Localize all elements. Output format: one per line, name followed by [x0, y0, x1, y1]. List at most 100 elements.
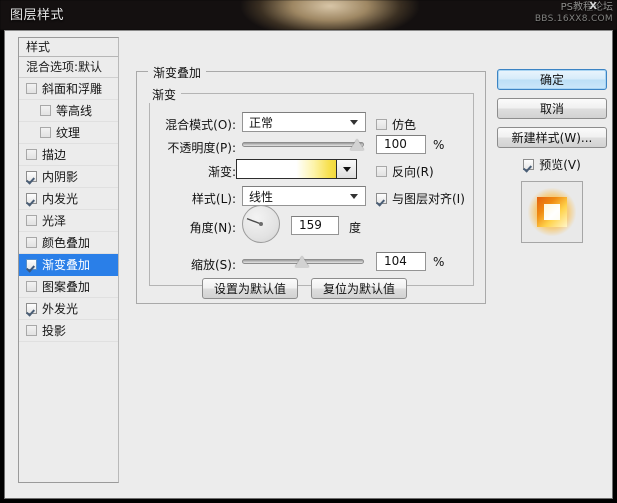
sidebar-item-drop-shadow[interactable]: 投影	[19, 320, 118, 342]
align-with-layer-row[interactable]: 与图层对齐(I)	[376, 190, 465, 207]
blend-mode-label: 混合模式(O):	[165, 118, 236, 132]
sidebar-item-label: 内发光	[42, 191, 79, 206]
dialog-title-bar[interactable]: 图层样式 X PS教程论坛 BBS.16XX8.COM	[0, 0, 617, 30]
gradient-style-label: 样式(L):	[191, 192, 236, 206]
gradient-swatch[interactable]	[237, 160, 336, 178]
checkbox-pattern-overlay[interactable]	[26, 281, 37, 292]
sidebar-item-label: 纹理	[56, 125, 81, 140]
checkbox-color-overlay[interactable]	[26, 237, 37, 248]
watermark-line-2: BBS.16XX8.COM	[534, 13, 613, 24]
sidebar-item-satin[interactable]: 光泽	[19, 210, 118, 232]
sidebar-item-label: 外发光	[42, 301, 79, 316]
sidebar-item-blending-options[interactable]: 混合选项:默认	[19, 57, 118, 78]
ok-button[interactable]: 确定	[497, 69, 607, 90]
chevron-down-icon	[350, 119, 358, 125]
dialog-title: 图层样式	[10, 8, 65, 23]
sidebar-item-label: 等高线	[56, 103, 93, 118]
preview-square	[537, 197, 567, 227]
checkbox-inner-glow[interactable]	[26, 193, 37, 204]
scale-unit: %	[433, 255, 445, 269]
reverse-label: 反向(R)	[392, 165, 434, 179]
watermark-line-1: PS教程论坛	[560, 2, 613, 13]
preview-label: 预览(V)	[539, 158, 581, 172]
style-preview-thumbnail	[521, 181, 583, 243]
align-with-layer-label: 与图层对齐(I)	[392, 192, 465, 206]
close-icon[interactable]: X	[589, 1, 597, 13]
checkbox-texture[interactable]	[40, 127, 51, 138]
checkbox-inner-shadow[interactable]	[26, 171, 37, 182]
sidebar-item-label: 光泽	[42, 213, 67, 228]
sidebar-item-outer-glow[interactable]: 外发光	[19, 298, 118, 320]
opacity-slider[interactable]	[242, 136, 364, 152]
styles-list-header: 样式	[19, 38, 118, 57]
sidebar-item-label: 颜色叠加	[42, 235, 91, 250]
angle-input[interactable]: 159	[291, 216, 339, 235]
sidebar-item-contour[interactable]: 等高线	[19, 100, 118, 122]
set-as-default-button[interactable]: 设置为默认值	[202, 278, 298, 299]
opacity-label: 不透明度(P):	[167, 141, 236, 155]
sidebar-item-color-overlay[interactable]: 颜色叠加	[19, 232, 118, 254]
angle-unit: 度	[349, 221, 362, 235]
sidebar-item-bevel-emboss[interactable]: 斜面和浮雕	[19, 78, 118, 100]
sidebar-item-texture[interactable]: 纹理	[19, 122, 118, 144]
scale-slider-thumb[interactable]	[295, 256, 309, 267]
cancel-button[interactable]: 取消	[497, 98, 607, 119]
site-watermark: X PS教程论坛 BBS.16XX8.COM	[534, 1, 613, 24]
sidebar-item-pattern-overlay[interactable]: 图案叠加	[19, 276, 118, 298]
dither-checkbox-row[interactable]: 仿色	[376, 116, 416, 133]
gradient-overlay-panel: 渐变叠加 渐变 混合模式(O): 正常 仿色 不透明度(P): 100 % 渐变…	[136, 64, 486, 304]
scale-slider[interactable]	[242, 253, 364, 269]
checkbox-satin[interactable]	[26, 215, 37, 226]
dialog-action-buttons: 确定 取消 新建样式(W)... 预览(V)	[497, 69, 607, 243]
sidebar-item-label: 图案叠加	[42, 279, 91, 294]
sidebar-item-inner-glow[interactable]: 内发光	[19, 188, 118, 210]
sidebar-item-label: 描边	[42, 147, 67, 162]
new-style-button[interactable]: 新建样式(W)...	[497, 127, 607, 148]
checkbox-stroke[interactable]	[26, 149, 37, 160]
reverse-checkbox[interactable]	[376, 166, 387, 177]
opacity-unit: %	[433, 138, 445, 152]
checkbox-drop-shadow[interactable]	[26, 325, 37, 336]
preview-square-inner	[544, 204, 560, 220]
preview-checkbox[interactable]	[523, 159, 535, 170]
dither-checkbox[interactable]	[376, 119, 387, 130]
default-value-buttons: 设置为默认值 复位为默认值	[202, 278, 407, 299]
layer-style-dialog: 样式 混合选项:默认 斜面和浮雕 等高线 纹理 描边 内阴影 内发光 光泽 颜色…	[4, 30, 613, 499]
scale-label: 缩放(S):	[190, 258, 236, 272]
chevron-down-icon	[350, 193, 358, 199]
preview-checkbox-row[interactable]: 预览(V)	[497, 156, 607, 173]
opacity-input[interactable]: 100	[376, 135, 426, 154]
chevron-down-icon	[342, 166, 351, 172]
sidebar-item-stroke[interactable]: 描边	[19, 144, 118, 166]
sidebar-item-label: 投影	[42, 323, 67, 338]
reset-to-default-button[interactable]: 复位为默认值	[311, 278, 407, 299]
align-with-layer-checkbox[interactable]	[376, 193, 387, 204]
sidebar-item-label: 渐变叠加	[42, 257, 91, 272]
blend-mode-value: 正常	[249, 115, 274, 130]
opacity-slider-thumb[interactable]	[350, 139, 364, 150]
angle-label: 角度(N):	[189, 221, 236, 235]
screenshot-root: 图层样式 X PS教程论坛 BBS.16XX8.COM 样式 混合选项:默认 斜…	[0, 0, 617, 503]
sidebar-item-inner-shadow[interactable]: 内阴影	[19, 166, 118, 188]
reverse-checkbox-row[interactable]: 反向(R)	[376, 163, 434, 180]
blend-mode-select[interactable]: 正常	[242, 112, 366, 132]
gradient-dropdown-button[interactable]	[336, 160, 356, 178]
checkbox-contour[interactable]	[40, 105, 51, 116]
angle-dial-needle-icon	[246, 217, 263, 226]
gradient-overlay-title: 渐变叠加	[148, 64, 207, 81]
preview-glow	[528, 188, 576, 236]
gradient-label: 渐变:	[207, 165, 236, 179]
gradient-subgroup-title: 渐变	[147, 86, 182, 103]
checkbox-bevel-emboss[interactable]	[26, 83, 37, 94]
angle-dial[interactable]	[242, 205, 280, 243]
sidebar-item-gradient-overlay[interactable]: 渐变叠加	[19, 254, 118, 276]
styles-list-panel: 样式 混合选项:默认 斜面和浮雕 等高线 纹理 描边 内阴影 内发光 光泽 颜色…	[18, 37, 119, 483]
checkbox-gradient-overlay[interactable]	[26, 259, 37, 270]
scale-input[interactable]: 104	[376, 252, 426, 271]
sidebar-item-label: 斜面和浮雕	[42, 81, 103, 96]
gradient-style-select[interactable]: 线性	[242, 186, 366, 206]
gradient-style-value: 线性	[249, 189, 274, 204]
dither-label: 仿色	[392, 118, 417, 132]
gradient-picker[interactable]	[236, 159, 357, 179]
checkbox-outer-glow[interactable]	[26, 303, 37, 314]
